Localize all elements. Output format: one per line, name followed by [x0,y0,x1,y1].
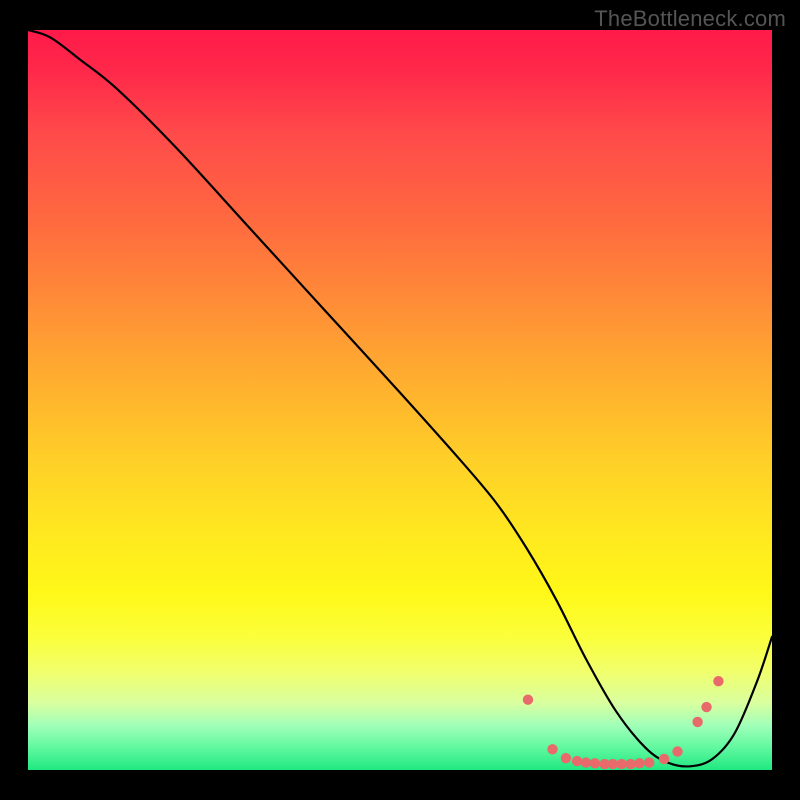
curve-marker [590,758,600,768]
attribution-label: TheBottleneck.com [594,6,786,32]
curve-marker [692,717,702,727]
curve-marker [581,757,591,767]
curve-marker [644,757,654,767]
curve-marker [608,759,618,769]
curve-marker [561,753,571,763]
curve-marker [634,758,644,768]
curve-marker [572,756,582,766]
curve-marker [547,744,557,754]
chart-plot-area [28,30,772,770]
curve-marker [617,759,627,769]
curve-marker [713,676,723,686]
curve-marker [672,746,682,756]
curve-marker [659,754,669,764]
bottleneck-curve-line [28,30,772,766]
curve-marker [625,759,635,769]
chart-svg [28,30,772,770]
curve-marker [701,702,711,712]
curve-marker [523,695,533,705]
